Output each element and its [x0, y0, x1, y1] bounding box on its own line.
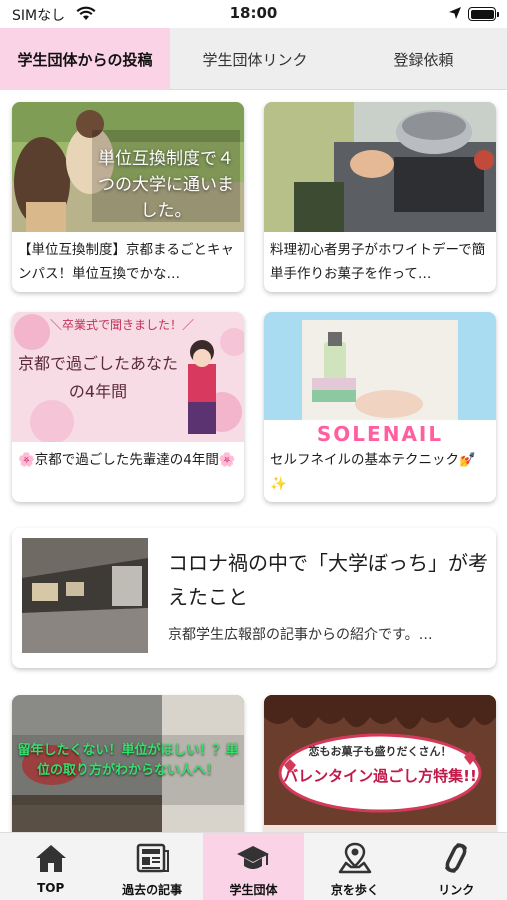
thumb-caption: SOLENAIL [316, 422, 444, 442]
thumb-caption: 単位互換制度で４つの大学に通いました。 [98, 149, 234, 221]
post-thumbnail: 恋もお菓子も盛りだくさん！ バレンタイン過ごし方特集!! [264, 695, 496, 832]
post-thumbnail: 単位互換制度で４つの大学に通いました。 [12, 102, 244, 232]
post-title: セルフネイルの基本テクニック💅✨ [270, 452, 476, 492]
nav-label: 学生団体 [229, 883, 278, 897]
nav-top[interactable]: TOP [0, 833, 101, 900]
tab-student-posts[interactable]: 学生団体からの投稿 [0, 28, 170, 90]
thumb-banner: 恋もお菓子も盛りだくさん！ [308, 745, 452, 758]
post-card[interactable]: 単位互換制度で４つの大学に通いました。 【単位互換制度】京都まるごとキャンパス！… [12, 102, 244, 292]
location-arrow-icon [449, 7, 461, 19]
post-thumbnail [22, 538, 148, 653]
post-card[interactable]: ＼卒業式で聞きました！／ 京都で過ごしたあなたの4年間 🌸京都で過ごした先輩達の… [12, 312, 244, 502]
map-pin-icon [338, 842, 372, 874]
top-tab-bar: 学生団体からの投稿 学生団体リンク 登録依頼 [0, 28, 507, 90]
post-card[interactable]: 留年したくない！単位がほしい！？単位の取り方がわからない人へ！ [12, 695, 244, 832]
post-title: 【単位互換制度】京都まるごとキャンパス！単位互換でかな… [18, 242, 234, 282]
nav-label: リンク [438, 883, 475, 897]
tab-registration-request[interactable]: 登録依頼 [340, 28, 507, 90]
nav-student-groups[interactable]: 学生団体 [202, 833, 305, 900]
post-thumbnail: SOLENAIL [264, 312, 496, 442]
battery-icon [468, 7, 499, 21]
status-bar: SIMなし 18:00 [0, 0, 507, 28]
post-title: コロナ禍の中で「大学ぼっち」が考えたこと [168, 551, 488, 609]
post-thumbnail: 留年したくない！単位がほしい！？単位の取り方がわからない人へ！ [12, 695, 244, 832]
thumb-caption: バレンタイン過ごし方特集!! [283, 767, 477, 785]
post-card[interactable]: 料理初心者男子がホワイトデーで簡単手作りお菓子を作って… [264, 102, 496, 292]
post-card[interactable]: SOLENAIL セルフネイルの基本テクニック💅✨ [264, 312, 496, 502]
home-icon [35, 845, 66, 872]
nav-label: 過去の記事 [122, 883, 183, 897]
nav-past-articles[interactable]: 過去の記事 [101, 833, 202, 900]
thumb-caption: 留年したくない！単位がほしい！？単位の取り方がわからない人へ！ [17, 743, 239, 778]
post-card-wide[interactable]: コロナ禍の中で「大学ぼっち」が考えたこと 京都学生広報部の記事からの紹介です。… [12, 528, 496, 668]
clock: 18:00 [229, 4, 278, 22]
post-card[interactable]: 恋もお菓子も盛りだくさん！ バレンタイン過ごし方特集!! [264, 695, 496, 832]
post-list: 単位互換制度で４つの大学に通いました。 【単位互換制度】京都まるごとキャンパス！… [0, 90, 507, 832]
link-icon [445, 843, 467, 873]
post-thumbnail: ＼卒業式で聞きました！／ 京都で過ごしたあなたの4年間 [12, 312, 244, 442]
nav-label: TOP [37, 881, 65, 895]
news-icon [136, 843, 170, 873]
post-description: 京都学生広報部の記事からの紹介です。… [168, 627, 433, 643]
post-title: 🌸京都で過ごした先輩達の4年間🌸 [18, 452, 236, 468]
thumb-banner: ＼卒業式で聞きました！／ [49, 318, 194, 332]
thumb-caption: 京都で過ごしたあなたの4年間 [18, 354, 179, 401]
post-title: 料理初心者男子がホワイトデーで簡単手作りお菓子を作って… [270, 242, 486, 282]
nav-label: 京を歩く [330, 883, 379, 897]
nav-links[interactable]: リンク [406, 833, 507, 900]
nav-walk-kyoto[interactable]: 京を歩く [304, 833, 405, 900]
post-thumbnail [264, 102, 496, 232]
graduation-cap-icon [237, 846, 270, 869]
bottom-navigation: TOP 過去の記事 学生団体 京を歩く リンク [0, 832, 507, 900]
tab-student-links[interactable]: 学生団体リンク [170, 28, 340, 90]
